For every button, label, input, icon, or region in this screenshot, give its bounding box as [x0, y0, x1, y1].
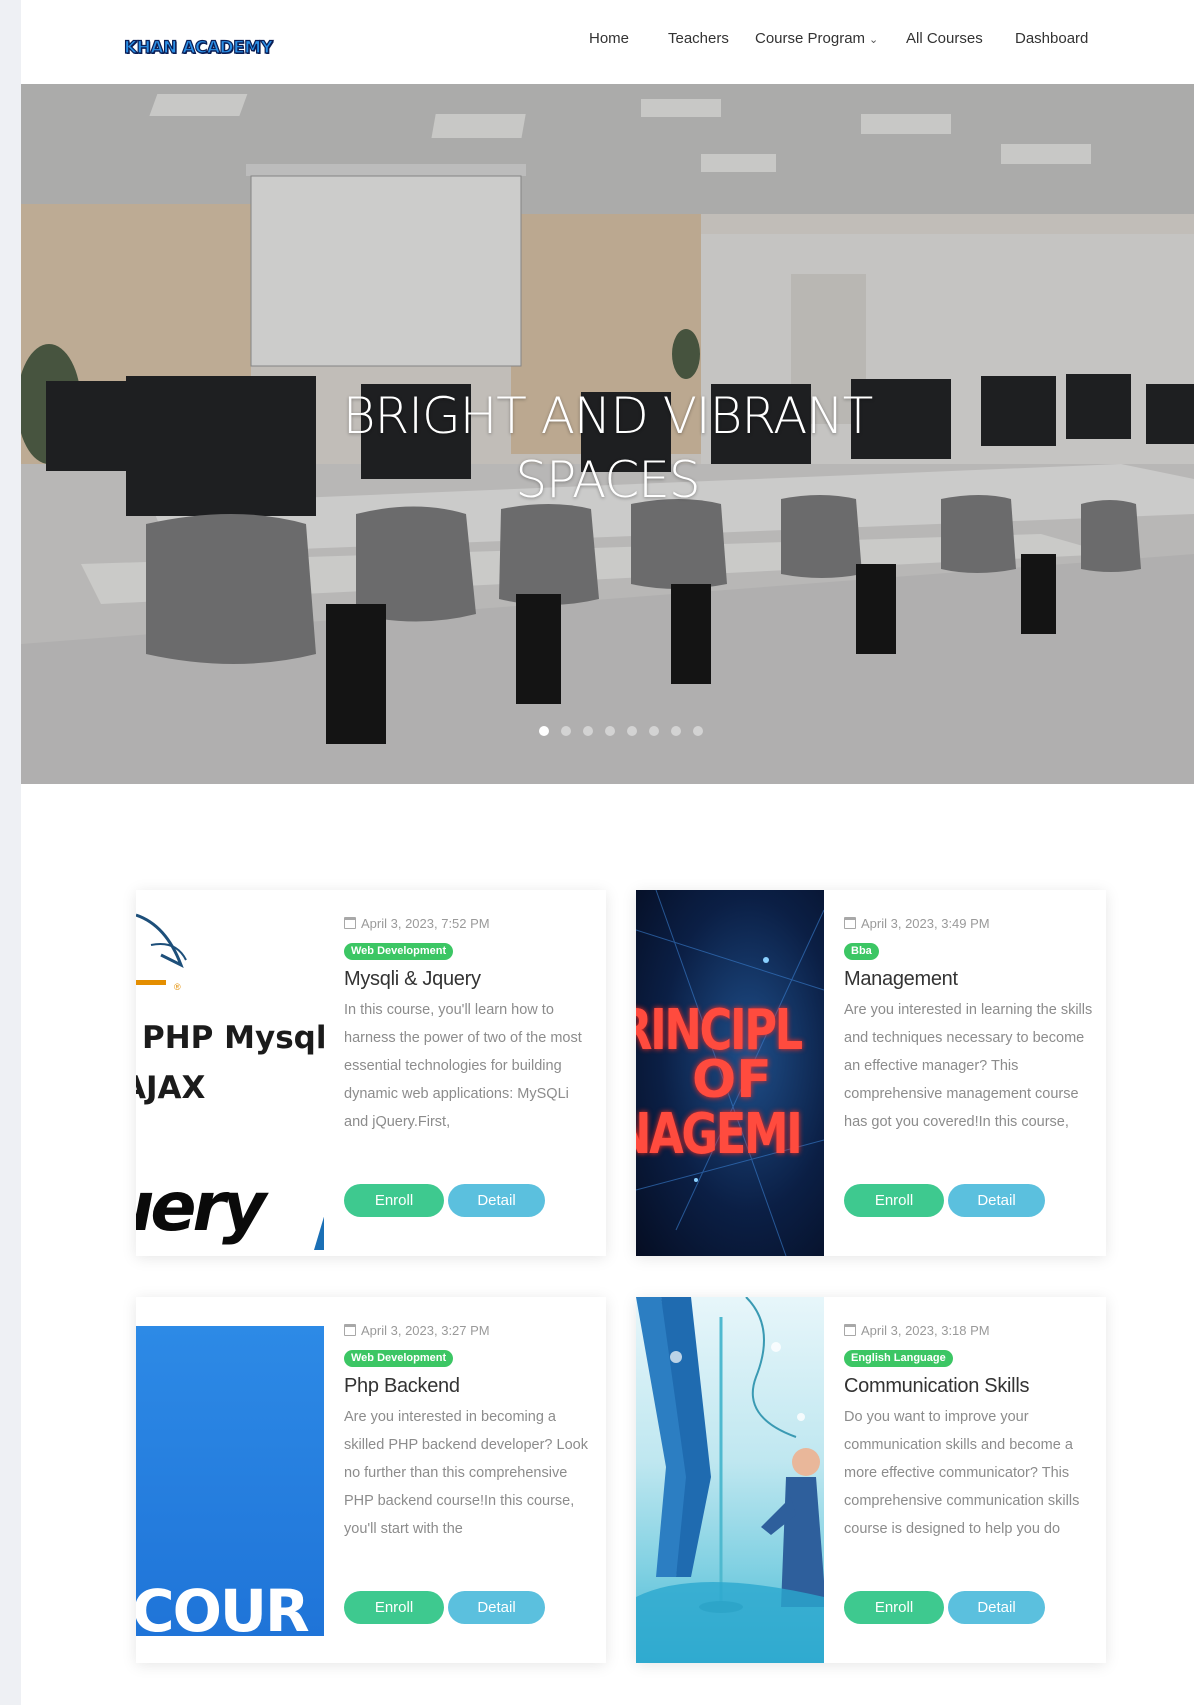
course-thumbnail[interactable] [636, 1297, 824, 1663]
course-card: ® PHP Mysqli AJAX uery April 3, 2023, 7:… [136, 890, 606, 1256]
course-date: April 3, 2023, 3:27 PM [344, 1321, 594, 1339]
nav-teachers[interactable]: Teachers [668, 30, 729, 47]
calendar-icon [844, 1324, 856, 1336]
slider-dot-2[interactable] [561, 726, 571, 736]
hero-title-line-2: SPACES [515, 451, 700, 509]
svg-text:®: ® [174, 982, 181, 992]
enroll-button[interactable]: Enroll [844, 1184, 944, 1217]
hero-title: BRIGHT AND VIBRANT SPACES [21, 384, 1194, 512]
course-actions: Enroll Detail [344, 1591, 594, 1624]
course-description: In this course, you'll learn how to harn… [344, 1002, 582, 1130]
course-title[interactable]: Communication Skills [844, 1373, 1094, 1399]
hero-title-line-1: BRIGHT AND VIBRANT [342, 387, 874, 445]
course-thumbnail[interactable]: RINCIPL OF NAGEMI [636, 890, 824, 1256]
course-actions: Enroll Detail [844, 1591, 1094, 1624]
thumb-text-jquery: uery [136, 1168, 266, 1247]
course-date-text: April 3, 2023, 7:52 PM [361, 915, 490, 931]
course-thumbnail[interactable]: COUR [136, 1297, 324, 1663]
course-date-text: April 3, 2023, 3:27 PM [361, 1322, 490, 1338]
main-nav: Home Teachers Course Program ⌄ All Course… [21, 30, 1194, 50]
enroll-button[interactable]: Enroll [344, 1591, 444, 1624]
course-actions: Enroll Detail [344, 1184, 594, 1217]
course-description: Are you interested in learning the skill… [844, 1002, 1093, 1130]
course-actions: Enroll Detail [844, 1184, 1094, 1217]
course-description: Are you interested in becoming a skilled… [344, 1409, 588, 1537]
course-title[interactable]: Management [844, 966, 1094, 992]
slider-dot-1[interactable] [539, 726, 549, 736]
course-card: COUR April 3, 2023, 3:27 PM Web Developm… [136, 1297, 606, 1663]
category-badge[interactable]: Bba [844, 943, 879, 960]
course-date: April 3, 2023, 3:18 PM [844, 1321, 1094, 1339]
detail-button[interactable]: Detail [448, 1184, 545, 1217]
slider-dot-8[interactable] [693, 726, 703, 736]
calendar-icon [844, 917, 856, 929]
nav-home[interactable]: Home [589, 30, 629, 47]
category-badge[interactable]: Web Development [344, 943, 454, 960]
course-date-text: April 3, 2023, 3:49 PM [861, 915, 990, 931]
course-card: April 3, 2023, 3:18 PM English Language … [636, 1297, 1106, 1663]
category-badge[interactable]: Web Development [344, 1350, 454, 1367]
slider-dot-5[interactable] [627, 726, 637, 736]
nav-course-program-label: Course Program [755, 30, 866, 47]
course-title[interactable]: Mysqli & Jquery [344, 966, 594, 992]
course-title[interactable]: Php Backend [344, 1373, 594, 1399]
hero-slider: BRIGHT AND VIBRANT SPACES [21, 84, 1194, 784]
chevron-down-icon: ⌄ [869, 34, 879, 46]
slider-dot-3[interactable] [583, 726, 593, 736]
course-card: RINCIPL OF NAGEMI April 3, 2023, 3:49 PM… [636, 890, 1106, 1256]
thumb-text-of: OF [692, 1050, 772, 1110]
course-thumbnail[interactable]: ® PHP Mysqli AJAX uery [136, 890, 324, 1256]
detail-button[interactable]: Detail [948, 1184, 1045, 1217]
course-description: Do you want to improve your communicatio… [844, 1409, 1080, 1537]
course-date: April 3, 2023, 3:49 PM [844, 914, 1094, 932]
calendar-icon [344, 917, 356, 929]
site-header: KHAN ACADEMY Home Teachers Course Progra… [21, 0, 1194, 84]
thumb-text-ajax: AJAX [136, 1070, 206, 1106]
course-card-body: April 3, 2023, 3:18 PM English Language … [844, 1321, 1094, 1624]
communication-thumbnail-art [636, 1297, 824, 1663]
nav-all-courses[interactable]: All Courses [906, 30, 983, 47]
course-card-body: April 3, 2023, 3:27 PM Web Development P… [344, 1321, 594, 1624]
slider-dot-4[interactable] [605, 726, 615, 736]
thumb-text-php-mysqli: PHP Mysqli [142, 1020, 324, 1056]
slider-dot-7[interactable] [671, 726, 681, 736]
page: KHAN ACADEMY Home Teachers Course Progra… [21, 0, 1194, 1705]
nav-dashboard[interactable]: Dashboard [1015, 30, 1088, 47]
slider-dots [21, 726, 1194, 736]
detail-button[interactable]: Detail [948, 1591, 1045, 1624]
thumb-text-management: NAGEMI [636, 1102, 803, 1167]
enroll-button[interactable]: Enroll [844, 1591, 944, 1624]
detail-button[interactable]: Detail [448, 1591, 545, 1624]
calendar-icon [344, 1324, 356, 1336]
course-date-text: April 3, 2023, 3:18 PM [861, 1322, 990, 1338]
category-badge[interactable]: English Language [844, 1350, 953, 1367]
course-card-body: April 3, 2023, 7:52 PM Web Development M… [344, 914, 594, 1217]
enroll-button[interactable]: Enroll [344, 1184, 444, 1217]
nav-course-program[interactable]: Course Program ⌄ [755, 30, 878, 47]
slider-dot-6[interactable] [649, 726, 659, 736]
thumb-text-course: COUR [136, 1577, 310, 1645]
course-date: April 3, 2023, 7:52 PM [344, 914, 594, 932]
course-card-body: April 3, 2023, 3:49 PM Bba Management Ar… [844, 914, 1094, 1217]
